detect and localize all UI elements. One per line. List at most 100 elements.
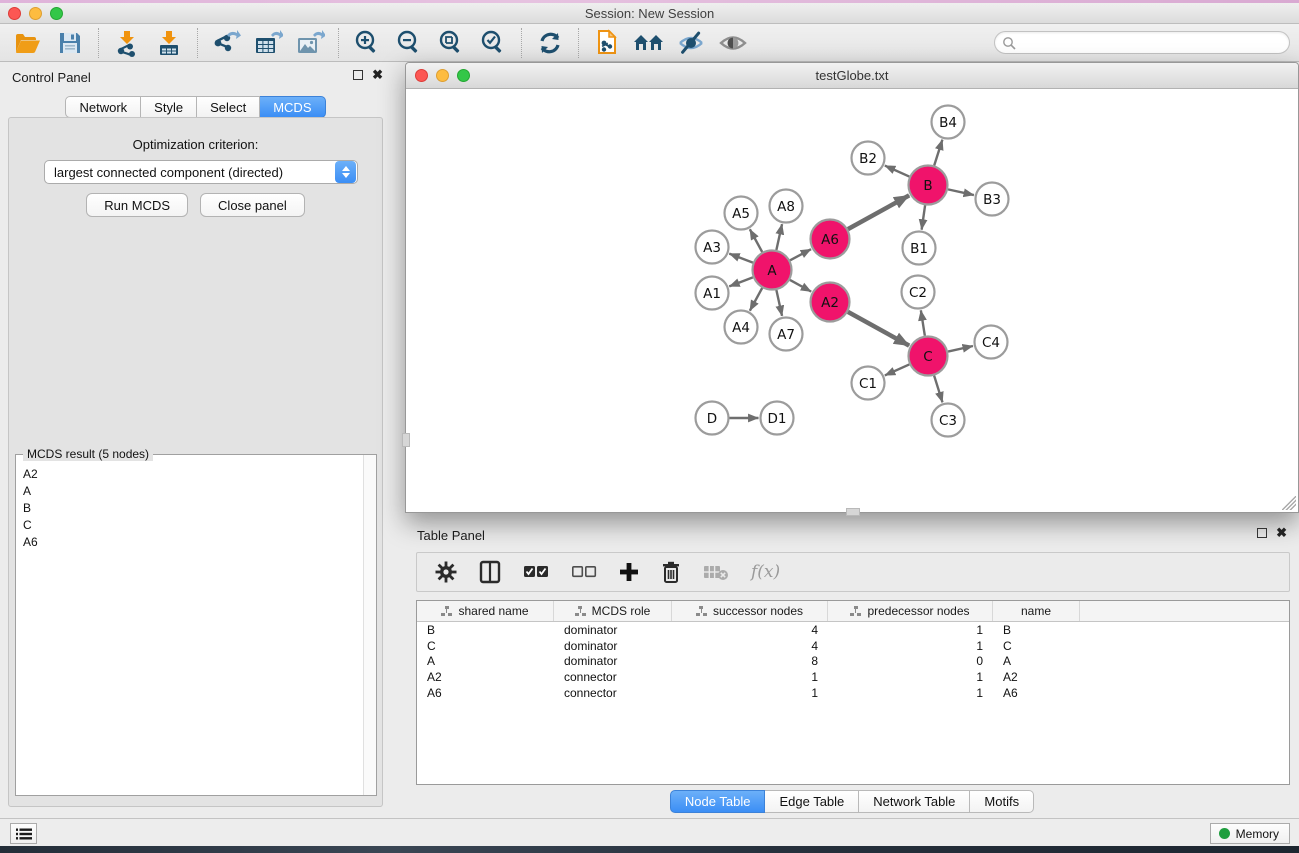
result-item[interactable]: B — [17, 499, 362, 516]
column-visibility-icon[interactable] — [479, 560, 501, 584]
edge-C-C4[interactable] — [948, 346, 973, 352]
edge-A-A1[interactable] — [729, 277, 753, 286]
save-session-icon[interactable] — [52, 27, 88, 59]
edge-A2-C[interactable] — [848, 312, 909, 346]
edge-A-A5[interactable] — [750, 229, 762, 252]
zoom-selected-icon[interactable] — [475, 27, 511, 59]
cell-predecessor_nodes[interactable]: 1 — [828, 670, 993, 684]
main-titlebar[interactable]: Session: New Session — [0, 3, 1299, 24]
cell-shared_name[interactable]: A6 — [417, 686, 554, 700]
network-window-titlebar[interactable]: testGlobe.txt — [406, 63, 1298, 89]
network-graph[interactable]: B4B2BB3A8A5A6A3B1AA1C2A2A4A7C4CC1C3DD1 — [407, 89, 1298, 512]
mcds-result-list[interactable]: A2ABCA6 — [17, 465, 362, 794]
zoom-in-icon[interactable] — [349, 27, 385, 59]
edge-A-A4[interactable] — [750, 288, 762, 311]
node-B[interactable]: B — [909, 166, 948, 205]
memory-button[interactable]: Memory — [1210, 823, 1290, 844]
home-overview-icon[interactable] — [631, 27, 667, 59]
table-settings-gear-icon[interactable] — [435, 561, 457, 583]
tab-select[interactable]: Select — [197, 96, 260, 118]
column-header-successor-nodes[interactable]: successor nodes — [672, 601, 828, 621]
node-A5[interactable]: A5 — [725, 197, 758, 230]
cell-mcds_role[interactable]: connector — [554, 670, 672, 684]
node-C[interactable]: C — [909, 337, 948, 376]
search-input[interactable] — [1016, 33, 1289, 52]
cell-name[interactable]: A2 — [993, 670, 1080, 684]
result-item[interactable]: A6 — [17, 533, 362, 550]
node-A6[interactable]: A6 — [811, 220, 850, 259]
close-table-panel-icon[interactable]: ✖ — [1276, 528, 1287, 538]
node-A[interactable]: A — [753, 251, 792, 290]
window-resize-grip[interactable] — [1282, 496, 1296, 510]
result-item[interactable]: A2 — [17, 465, 362, 482]
edge-B-B1[interactable] — [922, 205, 925, 229]
cell-shared_name[interactable]: C — [417, 639, 554, 653]
column-header-predecessor-nodes[interactable]: predecessor nodes — [828, 601, 993, 621]
task-history-button[interactable] — [10, 823, 37, 844]
tab-edge-table[interactable]: Edge Table — [765, 790, 859, 813]
deselect-all-icon[interactable] — [571, 565, 597, 579]
node-table[interactable]: shared nameMCDS rolesuccessor nodesprede… — [416, 600, 1290, 785]
node-D[interactable]: D — [696, 402, 729, 435]
cell-name[interactable]: B — [993, 623, 1080, 637]
node-B2[interactable]: B2 — [852, 142, 885, 175]
show-panel-icon[interactable] — [715, 27, 751, 59]
node-B3[interactable]: B3 — [976, 183, 1009, 216]
left-splitter-handle[interactable] — [402, 433, 410, 447]
cell-successor_nodes[interactable]: 1 — [672, 670, 828, 684]
result-scrollbar[interactable] — [363, 455, 376, 795]
float-panel-icon[interactable] — [353, 70, 363, 80]
edge-A6-B[interactable] — [848, 195, 909, 229]
cell-mcds_role[interactable]: dominator — [554, 654, 672, 668]
edge-A-A2[interactable] — [790, 280, 811, 292]
cell-name[interactable]: A — [993, 654, 1080, 668]
table-row[interactable]: Cdominator41C — [417, 638, 1289, 654]
network-document-icon[interactable] — [589, 27, 625, 59]
bottom-splitter-handle[interactable] — [846, 508, 860, 516]
tab-network-table[interactable]: Network Table — [859, 790, 970, 813]
edge-B-B3[interactable] — [948, 189, 974, 195]
cell-name[interactable]: A6 — [993, 686, 1080, 700]
node-A1[interactable]: A1 — [696, 277, 729, 310]
node-A2[interactable]: A2 — [811, 283, 850, 322]
import-table-icon[interactable] — [151, 27, 187, 59]
column-header-shared-name[interactable]: shared name — [417, 601, 554, 621]
cell-predecessor_nodes[interactable]: 1 — [828, 686, 993, 700]
delete-row-icon[interactable] — [661, 561, 681, 584]
node-A7[interactable]: A7 — [770, 318, 803, 351]
edge-B-B4[interactable] — [934, 140, 942, 166]
edge-B-B2[interactable] — [885, 166, 909, 177]
node-A4[interactable]: A4 — [725, 311, 758, 344]
node-C2[interactable]: C2 — [902, 276, 935, 309]
table-row[interactable]: Bdominator41B — [417, 622, 1289, 638]
column-header-MCDS-role[interactable]: MCDS role — [554, 601, 672, 621]
edge-A-A3[interactable] — [729, 254, 753, 263]
node-C4[interactable]: C4 — [975, 326, 1008, 359]
cell-successor_nodes[interactable]: 8 — [672, 654, 828, 668]
zoom-fit-icon[interactable] — [433, 27, 469, 59]
edge-A-A7[interactable] — [776, 290, 782, 316]
node-B4[interactable]: B4 — [932, 106, 965, 139]
cell-shared_name[interactable]: A2 — [417, 670, 554, 684]
cell-predecessor_nodes[interactable]: 0 — [828, 654, 993, 668]
column-header-name[interactable]: name — [993, 601, 1080, 621]
optimization-criterion-dropdown[interactable]: largest connected component (directed) — [44, 160, 358, 184]
cell-shared_name[interactable]: A — [417, 654, 554, 668]
search-box[interactable] — [994, 31, 1290, 54]
node-D1[interactable]: D1 — [761, 402, 794, 435]
close-panel-button[interactable]: Close panel — [200, 193, 305, 217]
node-C1[interactable]: C1 — [852, 367, 885, 400]
cell-successor_nodes[interactable]: 4 — [672, 623, 828, 637]
cell-successor_nodes[interactable]: 4 — [672, 639, 828, 653]
cell-name[interactable]: C — [993, 639, 1080, 653]
zoom-out-icon[interactable] — [391, 27, 427, 59]
float-table-panel-icon[interactable] — [1257, 528, 1267, 538]
refresh-layout-icon[interactable] — [532, 27, 568, 59]
edge-C-C2[interactable] — [921, 310, 925, 335]
cell-mcds_role[interactable]: dominator — [554, 639, 672, 653]
hide-panel-icon[interactable] — [673, 27, 709, 59]
edge-A-A6[interactable] — [790, 249, 811, 260]
edge-C-C1[interactable] — [885, 364, 909, 375]
cell-successor_nodes[interactable]: 1 — [672, 686, 828, 700]
network-view-window[interactable]: testGlobe.txt B4B2BB3A8A5A6A3B1AA1C2A2A4… — [405, 62, 1299, 513]
